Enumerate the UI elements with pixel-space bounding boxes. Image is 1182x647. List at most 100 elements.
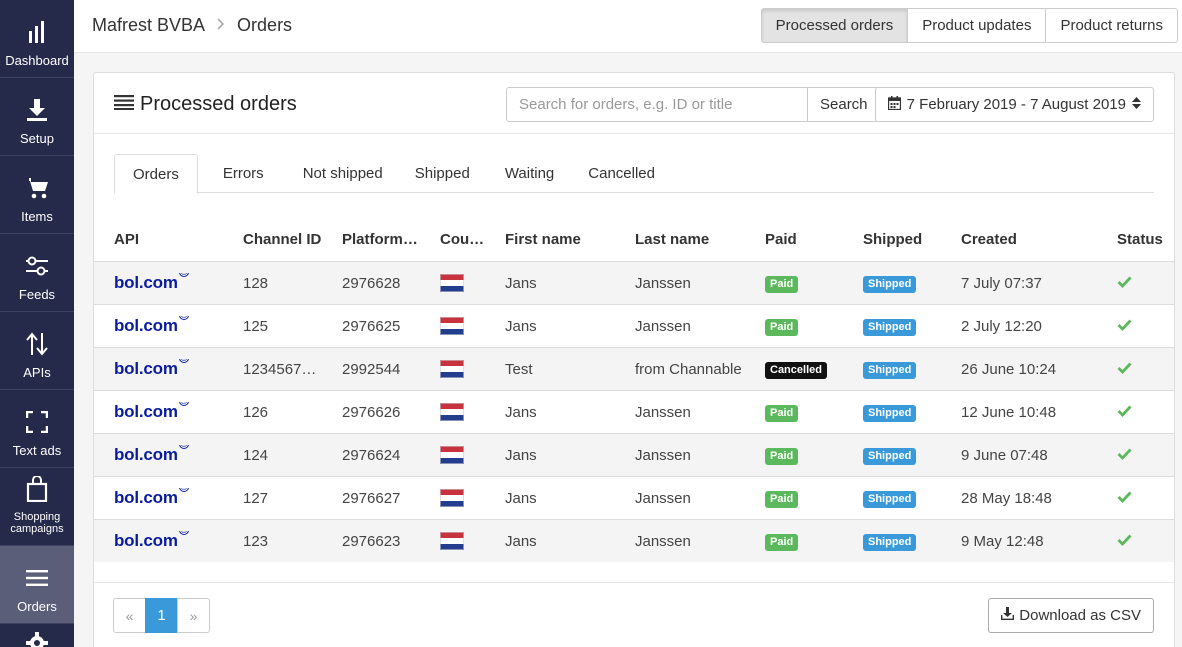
sidebar-item-apis[interactable]: APIs	[0, 312, 74, 390]
column-header[interactable]: API	[94, 231, 223, 248]
first-name-cell: Jans	[505, 317, 537, 335]
column-header[interactable]: Platform ID	[322, 231, 420, 248]
chevron-right-icon	[217, 17, 225, 35]
shipped-cell: Shipped	[843, 360, 941, 379]
sidebar-item-shopping-campaigns[interactable]: Shopping campaigns	[0, 468, 74, 546]
paid-cell: Paid	[745, 274, 843, 293]
tab-processed-orders[interactable]: Processed orders	[760, 8, 909, 43]
netherlands-flag-icon	[440, 446, 464, 465]
column-header[interactable]: Paid	[745, 231, 843, 248]
sidebar-item-items[interactable]: Items	[0, 156, 74, 234]
next-page-button[interactable]: »	[177, 598, 210, 633]
tab-waiting[interactable]: Waiting	[505, 154, 554, 193]
table-row[interactable]: bol.com® 125 2976625 Jans Janssen Paid S…	[94, 304, 1174, 347]
created-cell: 9 June 07:48	[961, 446, 1048, 464]
api-cell: bol.com®	[94, 273, 223, 293]
prev-page-button[interactable]: «	[113, 598, 146, 633]
list-icon	[114, 93, 134, 116]
sidebar-item-orders[interactable]: Orders	[0, 546, 74, 624]
column-header[interactable]: First name	[485, 231, 615, 248]
sidebar-item-setup[interactable]: Setup	[0, 78, 74, 156]
channel-id-cell: 128	[243, 274, 269, 292]
pagination: « 1 »	[113, 598, 210, 633]
sliders-icon	[23, 252, 51, 280]
status-cell	[1097, 318, 1167, 335]
panel-header: Processed orders Search 7 February 2019 …	[94, 73, 1174, 134]
country-cell	[420, 489, 485, 508]
orders-panel: Processed orders Search 7 February 2019 …	[93, 72, 1175, 647]
page-title: Processed orders	[114, 93, 297, 116]
column-header[interactable]: Shipped	[843, 231, 941, 248]
last-name-cell: Janssen	[635, 274, 691, 292]
table-row[interactable]: bol.com® 126 2976626 Jans Janssen Paid S…	[94, 390, 1174, 433]
platform-id-cell: 2976625	[342, 317, 401, 335]
tab-shipped[interactable]: Shipped	[415, 154, 470, 193]
first-name-cell: Jans	[505, 403, 537, 421]
channel-id-cell: 124	[243, 446, 269, 464]
paid-badge: Paid	[765, 447, 799, 465]
column-header[interactable]: Channel ID	[223, 231, 322, 248]
first-name-cell: Jans	[505, 274, 537, 292]
check-icon	[1117, 362, 1132, 374]
page-button[interactable]: 1	[145, 598, 178, 633]
country-cell	[420, 403, 485, 422]
tab-orders[interactable]: Orders	[114, 154, 198, 194]
paid-cell: Paid	[745, 532, 843, 551]
table-row[interactable]: bol.com® 127 2976627 Jans Janssen Paid S…	[94, 476, 1174, 519]
date-range-button[interactable]: 7 February 2019 - 7 August 2019	[874, 87, 1154, 122]
tab-cancelled[interactable]: Cancelled	[588, 154, 655, 193]
first-name-cell: Test	[505, 360, 533, 378]
api-cell: bol.com®	[94, 445, 223, 465]
column-header[interactable]: Last name	[615, 231, 745, 248]
sidebar-item-label: Shopping campaigns	[10, 511, 64, 535]
sidebar-item-feeds[interactable]: Feeds	[0, 234, 74, 312]
shipped-badge: Shipped	[863, 404, 917, 422]
sidebar-item-settings[interactable]	[0, 624, 74, 647]
table-row[interactable]: bol.com® 12345678… 2992544 Test from Cha…	[94, 347, 1174, 390]
tab-errors[interactable]: Errors	[223, 154, 264, 193]
last-name-cell: Janssen	[635, 532, 691, 550]
sidebar-item-dashboard[interactable]: Dashboard	[0, 0, 74, 78]
sidebar: Dashboard Setup Items Feeds APIs Text ad…	[0, 0, 74, 647]
check-icon	[1117, 534, 1132, 546]
table-row[interactable]: bol.com® 124 2976624 Jans Janssen Paid S…	[94, 433, 1174, 476]
column-header[interactable]: Country	[420, 231, 485, 248]
search-input[interactable]	[506, 87, 808, 122]
check-icon	[1117, 405, 1132, 417]
sidebar-item-label: Text ads	[12, 443, 62, 458]
paid-cell: Paid	[745, 446, 843, 465]
order-filter-tabs: Orders Errors Not shipped Shipped Waitin…	[114, 154, 1154, 194]
breadcrumb-company[interactable]: Mafrest BVBA	[92, 15, 205, 36]
bar-chart-icon	[23, 18, 51, 46]
paid-badge: Paid	[765, 275, 799, 293]
cart-icon	[23, 174, 51, 202]
shipped-cell: Shipped	[843, 532, 941, 551]
platform-id-cell: 2976627	[342, 489, 401, 507]
paid-badge: Paid	[765, 490, 799, 508]
check-icon	[1117, 491, 1132, 503]
shipped-cell: Shipped	[843, 317, 941, 336]
sidebar-item-text-ads[interactable]: Text ads	[0, 390, 74, 468]
registered-icon: ®	[178, 316, 189, 320]
channel-id-cell: 126	[243, 403, 269, 421]
netherlands-flag-icon	[440, 360, 464, 379]
table-row[interactable]: bol.com® 128 2976628 Jans Janssen Paid S…	[94, 261, 1174, 304]
tab-not-shipped[interactable]: Not shipped	[303, 154, 383, 193]
netherlands-flag-icon	[440, 403, 464, 422]
api-cell: bol.com®	[94, 359, 223, 379]
sidebar-item-label: Feeds	[18, 287, 56, 302]
tab-product-returns[interactable]: Product returns	[1045, 8, 1178, 43]
download-csv-button[interactable]: Download as CSV	[988, 598, 1154, 633]
country-cell	[420, 360, 485, 379]
top-tabs: Processed orders Product updates Product…	[760, 8, 1178, 43]
sidebar-item-label: Setup	[20, 131, 54, 146]
registered-icon: ®	[178, 273, 189, 277]
api-cell: bol.com®	[94, 531, 223, 551]
tab-product-updates[interactable]: Product updates	[907, 8, 1047, 43]
gear-icon	[23, 632, 51, 647]
table-row[interactable]: bol.com® 123 2976623 Jans Janssen Paid S…	[94, 519, 1174, 562]
search-button[interactable]: Search	[808, 87, 881, 122]
menu-lines-icon	[23, 564, 51, 592]
column-header[interactable]: Created	[941, 231, 1097, 248]
column-header[interactable]: Status	[1097, 231, 1167, 248]
